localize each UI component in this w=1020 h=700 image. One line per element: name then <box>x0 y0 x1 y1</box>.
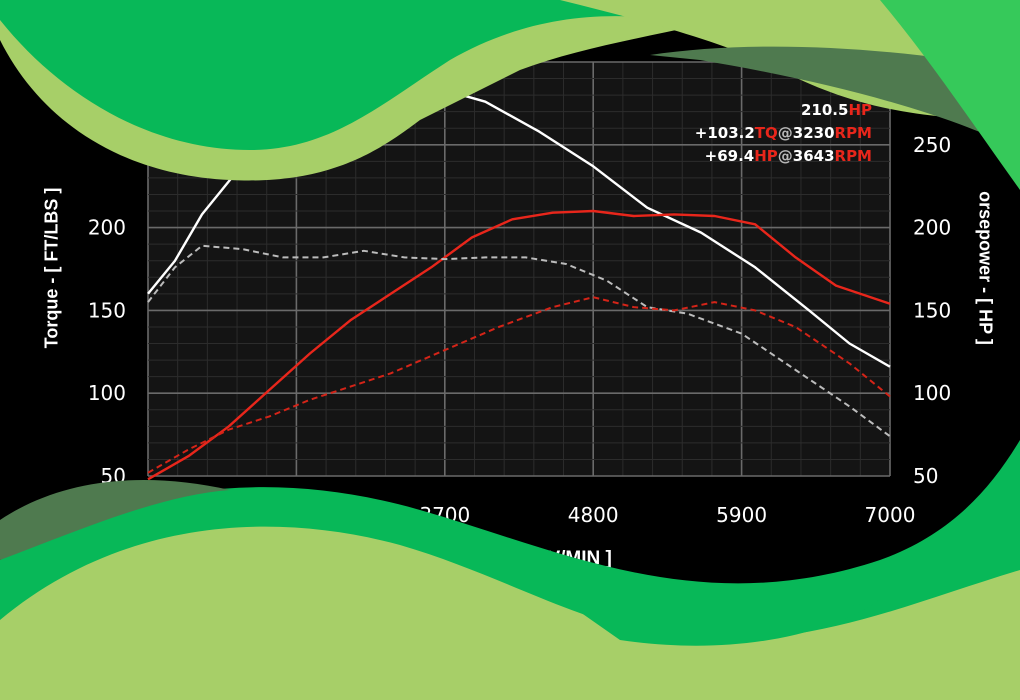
y-tick-label-left: 200 <box>88 216 126 240</box>
x-axis-title: ne Speed - [ REV/MIN ] <box>408 548 612 569</box>
y-tick-label-right: 150 <box>913 298 951 322</box>
y-tick-label-right: 250 <box>913 133 951 157</box>
x-tick-label: 4800 <box>568 503 619 527</box>
y-tick-label-left: 150 <box>88 298 126 322</box>
readouts-panel: 284. 210.5HP +103.2TQ@3230RPM +69.4HP@36… <box>695 76 872 168</box>
readout-torque-gain: +103.2TQ@3230RPM <box>694 124 872 142</box>
y-axis-left-title: Torque - [ FT/LBS ] <box>41 187 62 349</box>
y-tick-label-right: 200 <box>913 216 951 240</box>
x-tick-label: 2600 <box>271 503 322 527</box>
y-tick-label-right: 100 <box>913 381 951 405</box>
y-axis-right-title: orsepower - [ HP ] <box>975 191 996 345</box>
y-tick-label-right: 50 <box>913 464 938 488</box>
x-tick-label: 7000 <box>865 503 916 527</box>
y-tick-label-right: 30 <box>913 50 938 74</box>
readout-hp-gain: +69.4HP@3643RPM <box>704 147 872 165</box>
readout-hp-peak: 210.5HP <box>800 101 872 119</box>
x-tick-label: 3700 <box>419 503 470 527</box>
x-tick-label: 1500 <box>123 503 174 527</box>
footnote: T APR Stage I - 98 Ron - T <box>396 617 624 638</box>
x-tick-label: 5900 <box>716 503 767 527</box>
readout-torque-peak: 284. <box>834 78 872 96</box>
y-tick-label-left: 100 <box>88 381 126 405</box>
y-tick-label-left: 50 <box>101 464 126 488</box>
